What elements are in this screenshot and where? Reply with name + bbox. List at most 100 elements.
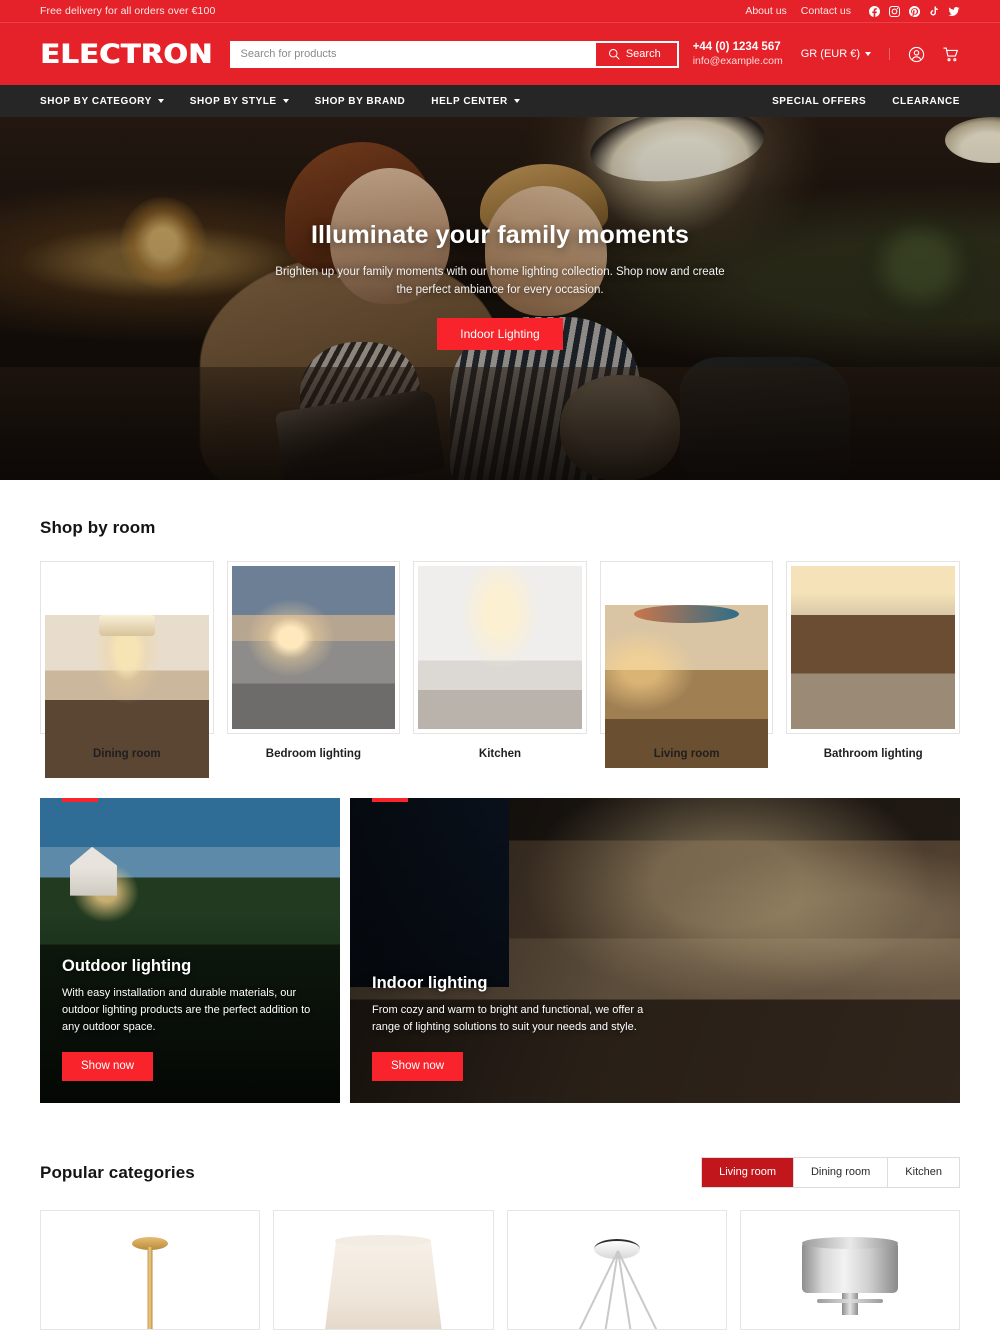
promo-accent-bar	[372, 798, 408, 802]
product-card[interactable]	[739, 1210, 960, 1330]
hero-title: Illuminate your family moments	[310, 221, 690, 250]
pinterest-icon[interactable]	[909, 5, 920, 17]
popular-categories-header: Popular categories Living room Dining ro…	[40, 1157, 960, 1188]
shopping-cart-icon[interactable]	[942, 46, 960, 63]
search-button-label: Search	[625, 48, 661, 60]
room-card-label: Kitchen	[478, 748, 522, 760]
bathroom-lighting-image	[791, 566, 955, 729]
user-account-icon[interactable]	[908, 46, 925, 63]
tiktok-icon[interactable]	[929, 6, 939, 17]
contact-us-link[interactable]: Contact us	[801, 5, 851, 17]
kitchen-image	[418, 566, 582, 729]
header-icon-group	[890, 46, 960, 63]
contact-email[interactable]: info@example.com	[693, 55, 783, 68]
room-card-kitchen[interactable]: Kitchen	[413, 561, 587, 760]
promo-card-indoor-lighting[interactable]: Indoor lighting From cozy and warm to br…	[350, 798, 960, 1103]
promo-show-now-button[interactable]: Show now	[372, 1051, 464, 1081]
product-card[interactable]	[506, 1210, 727, 1330]
search-icon	[608, 49, 620, 60]
room-card-dining-room[interactable]: Dining room	[40, 561, 214, 779]
about-us-link[interactable]: About us	[745, 5, 786, 17]
search-input[interactable]	[231, 42, 596, 66]
chevron-down-icon	[282, 99, 289, 103]
room-thumbnail	[226, 561, 401, 734]
product-card[interactable]	[273, 1210, 494, 1330]
instagram-icon[interactable]	[889, 5, 900, 17]
living-room-image	[604, 605, 769, 769]
topbar-links: About us Contact us	[745, 5, 960, 17]
tab-dining-room[interactable]: Dining room	[794, 1158, 889, 1187]
header-actions: GR (EUR €)	[783, 37, 960, 71]
room-grid: Dining room Bedroom lighting Kitchen Liv…	[40, 561, 960, 779]
room-thumbnail	[599, 561, 774, 769]
currency-label: GR (EUR €)	[800, 48, 860, 60]
twitter-icon[interactable]	[948, 6, 960, 17]
bedroom-lighting-image	[231, 566, 396, 729]
popular-categories-title: Popular categories	[40, 1162, 195, 1182]
nav-label: SHOP BY CATEGORY	[40, 95, 152, 107]
social-links	[869, 5, 960, 17]
chevron-down-icon	[865, 52, 871, 56]
facebook-icon[interactable]	[869, 5, 880, 17]
room-thumbnail	[40, 561, 214, 779]
tab-kitchen[interactable]: Kitchen	[888, 1158, 959, 1187]
search-bar: Search	[229, 40, 679, 68]
cream-drum-shade-lamp-image	[274, 1225, 492, 1329]
room-card-label: Living room	[653, 748, 720, 760]
contact-phone[interactable]: +44 (0) 1234 567	[693, 40, 783, 55]
promo-content: Indoor lighting From cozy and warm to br…	[372, 974, 938, 1081]
free-delivery-text: Free delivery for all orders over €100	[40, 5, 216, 17]
room-card-living-room[interactable]: Living room	[599, 561, 774, 769]
shop-by-room-title: Shop by room	[40, 518, 156, 537]
contact-info: +44 (0) 1234 567 info@example.com	[693, 40, 783, 68]
nav-label: SHOP BY BRAND	[314, 95, 406, 107]
nav-primary-list: SHOP BY CATEGORY SHOP BY STYLE SHOP BY B…	[40, 85, 533, 117]
nav-shop-by-brand[interactable]: SHOP BY BRAND	[302, 85, 419, 117]
room-card-label: Bathroom lighting	[823, 748, 923, 760]
promo-banners-section: Outdoor lighting With easy installation …	[0, 788, 1000, 1135]
chevron-down-icon	[513, 99, 520, 103]
room-card-label: Bedroom lighting	[265, 748, 361, 760]
site-logo[interactable]: ELECTRON	[40, 41, 237, 68]
nav-shop-by-style[interactable]: SHOP BY STYLE	[177, 85, 302, 117]
promo-show-now-button[interactable]: Show now	[62, 1051, 154, 1081]
hero-cta-button[interactable]: Indoor Lighting	[437, 317, 563, 350]
promo-title: Outdoor lighting	[62, 957, 192, 976]
nav-secondary-list: SPECIAL OFFERS CLEARANCE	[772, 85, 960, 117]
brass-pendant-light-image	[41, 1225, 259, 1329]
wire-tripod-lamp-image	[508, 1225, 726, 1329]
popular-categories-section: Popular categories Living room Dining ro…	[0, 1135, 1000, 1330]
nav-label: HELP CENTER	[431, 95, 508, 107]
nav-label: SHOP BY STYLE	[189, 95, 277, 107]
promo-card-outdoor-lighting[interactable]: Outdoor lighting With easy installation …	[40, 798, 340, 1103]
hero-banner: Illuminate your family moments Brighten …	[0, 117, 1000, 480]
promo-accent-bar	[62, 798, 98, 802]
promo-grid: Outdoor lighting With easy installation …	[40, 798, 960, 1103]
main-navigation: SHOP BY CATEGORY SHOP BY STYLE SHOP BY B…	[0, 85, 1000, 117]
shop-by-room-section: Shop by room Dining room Bedroom lightin…	[0, 480, 1000, 788]
product-grid	[40, 1210, 960, 1330]
nav-shop-by-category[interactable]: SHOP BY CATEGORY	[40, 85, 177, 117]
promo-description: With easy installation and durable mater…	[62, 987, 311, 1033]
chevron-down-icon	[157, 99, 164, 103]
promo-title: Indoor lighting	[372, 974, 488, 993]
room-card-label: Dining room	[92, 748, 161, 760]
promo-description: From cozy and warm to bright and functio…	[372, 1004, 644, 1033]
announcement-bar: Free delivery for all orders over €100 A…	[0, 0, 1000, 23]
silver-shade-table-lamp-image	[741, 1225, 959, 1329]
room-card-bedroom-lighting[interactable]: Bedroom lighting	[226, 561, 401, 760]
hero-subtitle: Brighten up your family moments with our…	[275, 266, 725, 296]
room-thumbnail	[413, 561, 587, 734]
promo-content: Outdoor lighting With easy installation …	[62, 957, 318, 1081]
tab-living-room[interactable]: Living room	[702, 1158, 794, 1187]
search-button[interactable]: Search	[595, 42, 677, 66]
page-root: Free delivery for all orders over €100 A…	[0, 0, 1000, 1330]
nav-clearance[interactable]: CLEARANCE	[879, 85, 960, 117]
popular-categories-tabs: Living room Dining room Kitchen	[701, 1157, 960, 1188]
nav-help-center[interactable]: HELP CENTER	[418, 85, 532, 117]
nav-special-offers[interactable]: SPECIAL OFFERS	[772, 85, 879, 117]
site-header: ELECTRON Search +44 (0) 1234 567 info@ex…	[0, 23, 1000, 85]
currency-selector[interactable]: GR (EUR €)	[783, 48, 890, 60]
product-card[interactable]	[40, 1210, 261, 1330]
room-card-bathroom-lighting[interactable]: Bathroom lighting	[786, 561, 960, 760]
